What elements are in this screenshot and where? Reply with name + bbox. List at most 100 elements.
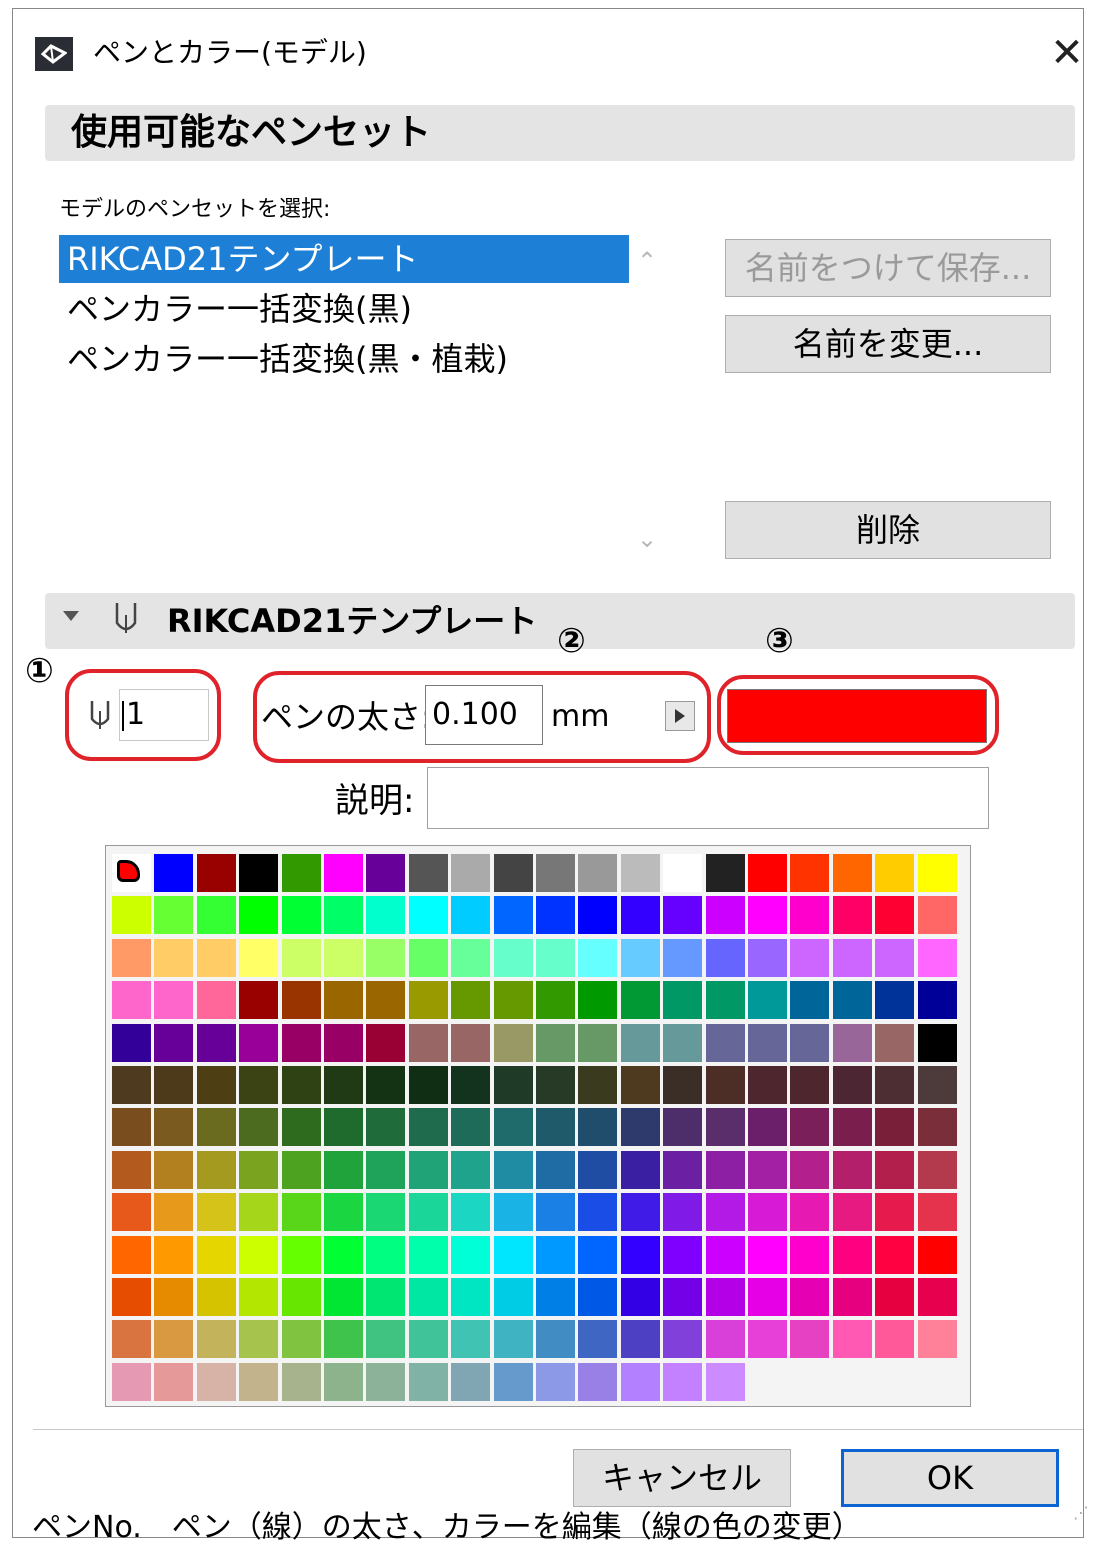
palette-swatch[interactable] <box>281 1362 321 1401</box>
palette-swatch[interactable] <box>917 1193 957 1232</box>
palette-swatch[interactable] <box>493 1362 533 1401</box>
palette-swatch[interactable] <box>705 1235 745 1274</box>
palette-swatch[interactable] <box>408 1150 448 1189</box>
palette-swatch[interactable] <box>324 1320 363 1359</box>
palette-swatch[interactable] <box>748 981 787 1020</box>
palette-swatch[interactable] <box>408 1193 448 1232</box>
palette-swatch[interactable] <box>578 1278 618 1316</box>
palette-swatch[interactable] <box>324 1235 363 1274</box>
palette-swatch[interactable] <box>663 1066 703 1104</box>
palette-swatch[interactable] <box>832 854 872 892</box>
palette-swatch[interactable] <box>875 1320 915 1359</box>
palette-swatch[interactable] <box>493 981 533 1020</box>
palette-swatch[interactable] <box>705 981 745 1020</box>
palette-swatch[interactable] <box>832 1320 872 1359</box>
palette-swatch[interactable] <box>748 1150 787 1189</box>
palette-swatch[interactable] <box>493 1023 533 1062</box>
palette-swatch[interactable] <box>281 1150 321 1189</box>
palette-swatch[interactable] <box>705 938 745 977</box>
palette-swatch[interactable] <box>917 1066 957 1104</box>
palette-swatch[interactable] <box>917 1235 957 1274</box>
palette-swatch[interactable] <box>620 1066 660 1104</box>
palette-swatch[interactable] <box>620 981 660 1020</box>
palette-swatch[interactable] <box>536 854 575 892</box>
palette-swatch[interactable] <box>366 1320 406 1359</box>
palette-swatch[interactable] <box>536 1150 575 1189</box>
palette-swatch[interactable] <box>875 938 915 977</box>
palette-swatch[interactable] <box>239 1150 279 1189</box>
palette-swatch[interactable] <box>154 981 194 1020</box>
palette-swatch[interactable] <box>281 981 321 1020</box>
palette-swatch[interactable] <box>324 1150 363 1189</box>
palette-swatch[interactable] <box>366 981 406 1020</box>
palette-swatch[interactable] <box>832 1150 872 1189</box>
palette-swatch[interactable] <box>239 1278 279 1316</box>
palette-swatch[interactable] <box>536 1362 575 1401</box>
palette-swatch[interactable] <box>112 896 151 935</box>
palette-swatch[interactable] <box>493 1108 533 1147</box>
palette-swatch[interactable] <box>324 1023 363 1062</box>
palette-swatch[interactable] <box>832 981 872 1020</box>
palette-swatch[interactable] <box>748 938 787 977</box>
palette-swatch[interactable] <box>366 896 406 935</box>
palette-swatch[interactable] <box>493 938 533 977</box>
palette-swatch[interactable] <box>790 1150 830 1189</box>
palette-swatch[interactable] <box>705 1320 745 1359</box>
palette-swatch[interactable] <box>620 938 660 977</box>
palette-swatch[interactable] <box>663 938 703 977</box>
palette-swatch[interactable] <box>748 1320 787 1359</box>
description-input[interactable] <box>427 767 989 829</box>
palette-swatch[interactable] <box>239 1235 279 1274</box>
palette-swatch[interactable] <box>366 1278 406 1316</box>
palette-swatch[interactable] <box>663 1278 703 1316</box>
palette-swatch[interactable] <box>239 1023 279 1062</box>
palette-swatch[interactable] <box>451 1023 491 1062</box>
palette-swatch[interactable] <box>196 1023 236 1062</box>
palette-swatch[interactable] <box>578 854 618 892</box>
penset-item-black-planting[interactable]: ペンカラー一括変換(黒・植栽) <box>59 335 629 383</box>
palette-swatch[interactable] <box>748 854 787 892</box>
palette-swatch[interactable] <box>451 896 491 935</box>
palette-swatch[interactable] <box>790 1023 830 1062</box>
palette-swatch[interactable] <box>790 896 830 935</box>
palette-swatch[interactable] <box>196 896 236 935</box>
palette-swatch[interactable] <box>196 981 236 1020</box>
palette-swatch[interactable] <box>112 981 151 1020</box>
palette-swatch[interactable] <box>451 938 491 977</box>
palette-swatch[interactable] <box>578 981 618 1020</box>
palette-swatch[interactable] <box>451 1278 491 1316</box>
palette-swatch[interactable] <box>493 1235 533 1274</box>
palette-swatch[interactable] <box>366 1108 406 1147</box>
palette-swatch[interactable] <box>578 938 618 977</box>
palette-swatch[interactable] <box>324 1066 363 1104</box>
palette-swatch[interactable] <box>620 1278 660 1316</box>
palette-swatch[interactable] <box>832 1193 872 1232</box>
palette-swatch[interactable] <box>536 938 575 977</box>
palette-swatch[interactable] <box>239 1108 279 1147</box>
palette-swatch[interactable] <box>366 1193 406 1232</box>
palette-swatch[interactable] <box>239 1362 279 1401</box>
palette-swatch[interactable] <box>832 1278 872 1316</box>
palette-swatch[interactable] <box>281 1320 321 1359</box>
palette-swatch[interactable] <box>875 1066 915 1104</box>
palette-swatch[interactable] <box>112 1278 151 1316</box>
palette-swatch[interactable] <box>663 1150 703 1189</box>
palette-swatch[interactable] <box>408 1320 448 1359</box>
palette-swatch[interactable] <box>408 1023 448 1062</box>
palette-swatch[interactable] <box>790 1066 830 1104</box>
palette-swatch[interactable] <box>578 1235 618 1274</box>
palette-swatch[interactable] <box>875 1150 915 1189</box>
palette-swatch[interactable] <box>875 1235 915 1274</box>
palette-swatch[interactable] <box>578 1066 618 1104</box>
delete-button[interactable]: 削除 <box>725 501 1051 559</box>
palette-swatch[interactable] <box>917 1278 957 1316</box>
penset-item-rikcad21[interactable]: RIKCAD21テンプレート <box>59 235 629 283</box>
palette-swatch[interactable] <box>620 1362 660 1401</box>
palette-swatch[interactable] <box>493 1278 533 1316</box>
ok-button[interactable]: OK <box>841 1449 1059 1507</box>
scroll-up-icon[interactable]: ⌃ <box>637 247 657 275</box>
palette-swatch[interactable] <box>536 1320 575 1359</box>
palette-swatch[interactable] <box>154 1235 194 1274</box>
palette-swatch[interactable] <box>112 1320 151 1359</box>
palette-swatch[interactable] <box>408 1278 448 1316</box>
